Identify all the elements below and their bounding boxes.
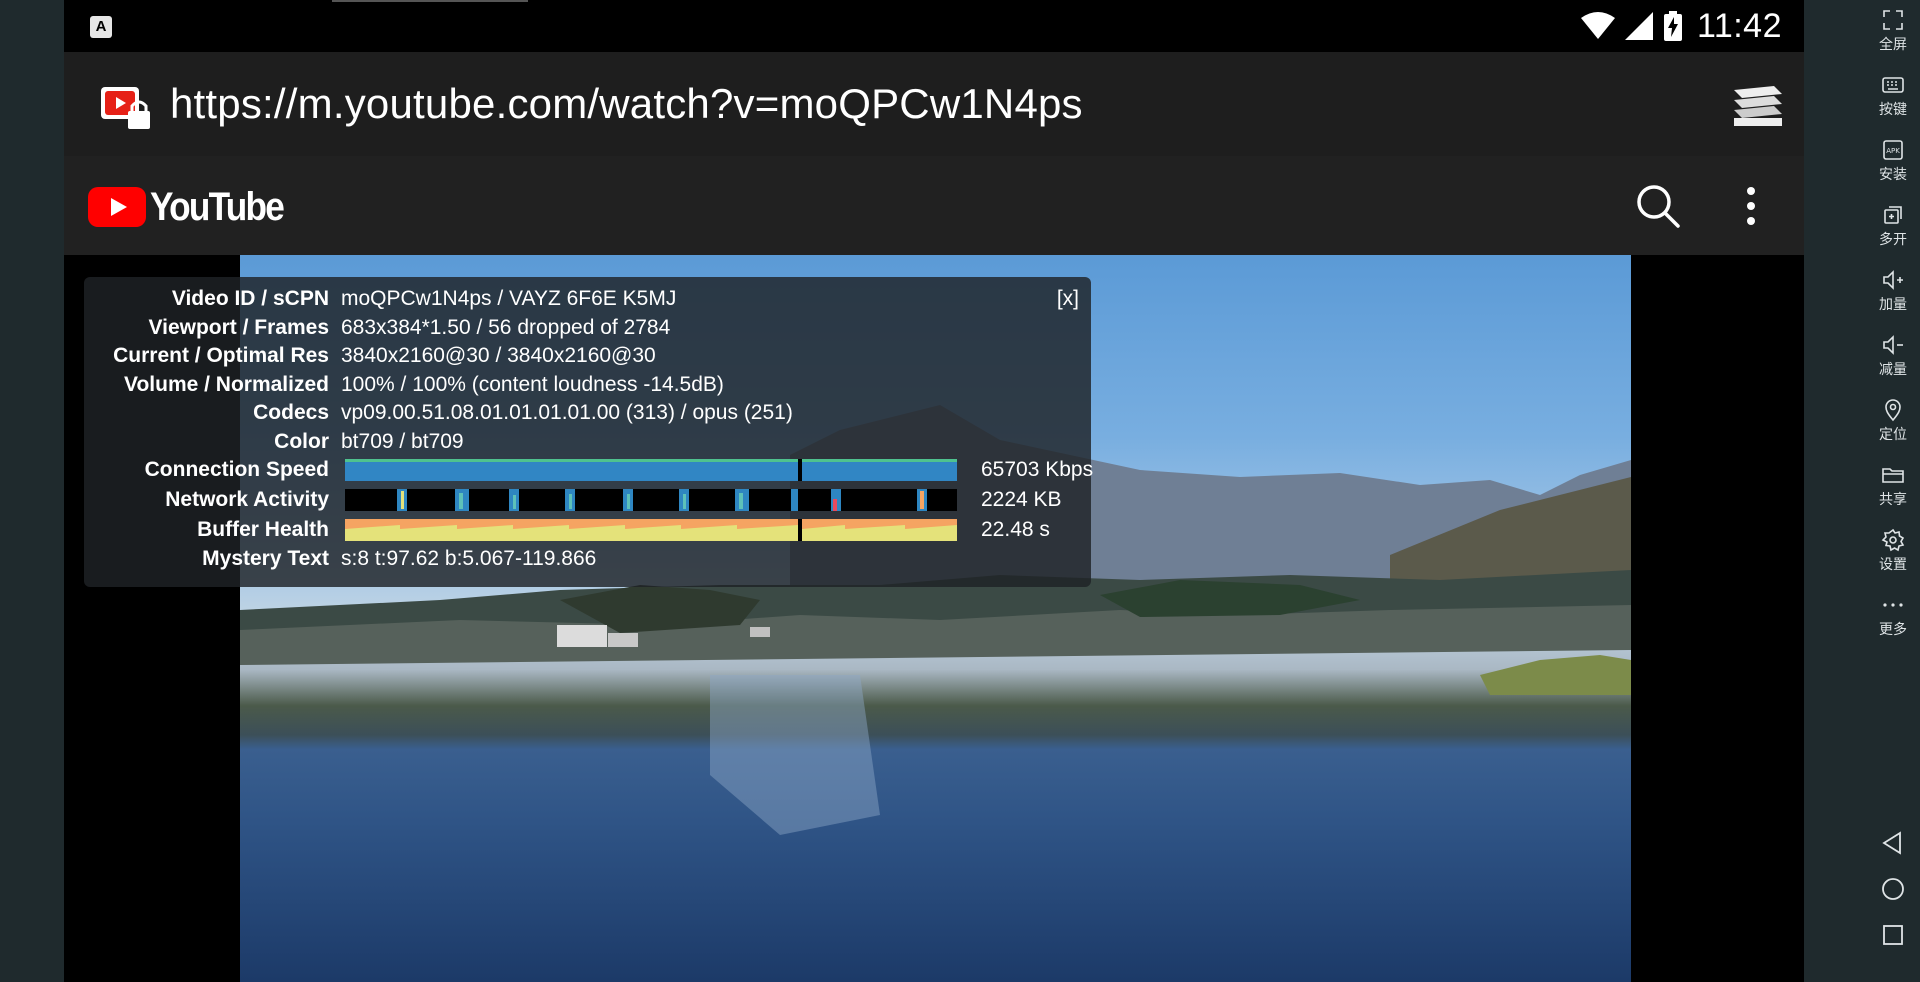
stats-row-connection-speed: Connection Speed 65703 Kbps [84, 456, 1093, 484]
volume-down-button[interactable]: 减量 [1866, 327, 1920, 383]
more-button[interactable]: 更多 [1866, 587, 1920, 643]
side-item-label: 安装 [1879, 167, 1907, 183]
keyboard-mapping-button[interactable]: 按键 [1866, 67, 1920, 123]
stats-label: Connection Speed [144, 458, 329, 481]
stats-label: Volume / Normalized [124, 372, 329, 396]
side-item-label: 多开 [1879, 232, 1907, 248]
location-icon [1885, 399, 1901, 422]
emulator-window: A 11:42 https://m.youtube.com/watch?v=mo… [0, 0, 1920, 982]
cell-signal-icon [1624, 12, 1653, 40]
stats-value: bt709 / bt709 [341, 429, 464, 453]
url-field[interactable]: https://m.youtube.com/watch?v=moQPCw1N4p… [170, 80, 1083, 128]
stats-value: 100% / 100% (content loudness -14.5dB) [341, 372, 724, 396]
battery-charging-icon [1663, 11, 1682, 41]
browser-address-bar[interactable]: https://m.youtube.com/watch?v=moQPCw1N4p… [64, 52, 1804, 156]
side-item-label: 定位 [1879, 427, 1907, 443]
buffer-health-graph [345, 519, 957, 541]
emulator-side-toolbar: 全屏 按键 APK 安装 多开 加量 减量 定位 共享 设置 更多 [1866, 0, 1920, 982]
multi-instance-icon [1884, 206, 1902, 224]
side-item-label: 按键 [1879, 102, 1907, 118]
side-item-label: 加量 [1879, 297, 1907, 313]
side-item-label: 更多 [1879, 622, 1907, 638]
side-item-label: 减量 [1879, 362, 1907, 378]
side-item-label: 全屏 [1879, 37, 1907, 53]
fullscreen-button[interactable]: 全屏 [1866, 2, 1920, 58]
side-item-label: 共享 [1879, 492, 1907, 508]
home-icon[interactable] [1880, 876, 1906, 902]
folder-icon [1882, 468, 1904, 483]
status-bar: A 11:42 [64, 0, 1804, 52]
stats-row-mystery-text: Mystery Text s:8 t:97.62 b:5.067-119.866 [84, 545, 1084, 573]
location-button[interactable]: 定位 [1866, 392, 1920, 448]
video-player[interactable]: [x] Video ID / sCPN moQPCw1N4ps / VAYZ 6… [64, 255, 1804, 982]
stats-row-network-activity: Network Activity 2224 KB [84, 486, 1084, 514]
network-activity-value: 2224 KB [981, 488, 1062, 511]
stats-value: vp09.00.51.08.01.01.01.01.00 (313) / opu… [341, 401, 793, 424]
stats-value: 683x384*1.50 / 56 dropped of 2784 [341, 315, 671, 339]
stats-value: 3840x2160@30 / 3840x2160@30 [341, 344, 656, 367]
settings-button[interactable]: 设置 [1866, 522, 1920, 578]
site-lock-icon[interactable] [100, 85, 154, 131]
volume-down-icon [1883, 335, 1903, 355]
stats-row-resolution: Current / Optimal Res 3840x2160@30 / 384… [84, 342, 1084, 370]
volume-up-button[interactable]: 加量 [1866, 262, 1920, 318]
stats-row-color: Color bt709 / bt709 [84, 428, 1084, 456]
stats-value: moQPCw1N4ps / VAYZ 6F6E K5MJ [341, 287, 677, 310]
clock: 11:42 [1696, 6, 1782, 45]
buffer-health-value: 22.48 s [981, 518, 1050, 541]
stats-label: Codecs [253, 401, 329, 424]
more-icon [1883, 603, 1903, 607]
notification-a-icon: A [90, 16, 112, 38]
stats-row-volume: Volume / Normalized 100% / 100% (content… [84, 371, 1084, 399]
stats-label: Video ID / sCPN [171, 287, 329, 310]
youtube-logo-text: YouTube [150, 184, 285, 229]
stats-value: s:8 t:97.62 b:5.067-119.866 [341, 547, 597, 570]
more-vertical-icon[interactable] [1744, 186, 1758, 226]
phone-screen: A 11:42 https://m.youtube.com/watch?v=mo… [64, 0, 1804, 982]
status-icons: 11:42 [1580, 0, 1782, 52]
stats-for-nerds-overlay: [x] Video ID / sCPN moQPCw1N4ps / VAYZ 6… [84, 277, 1093, 587]
recents-icon[interactable] [1880, 922, 1906, 948]
gear-icon [1881, 528, 1905, 552]
fullscreen-icon [1883, 10, 1903, 30]
stats-row-video-id: Video ID / sCPN moQPCw1N4ps / VAYZ 6F6E … [84, 285, 1084, 313]
keyboard-icon [1882, 77, 1904, 93]
stats-label: Mystery Text [202, 547, 329, 570]
tabs-switcher-icon[interactable] [1734, 86, 1782, 126]
install-apk-button[interactable]: APK 安装 [1866, 132, 1920, 188]
wifi-icon [1580, 12, 1615, 39]
youtube-header: YouTube [64, 156, 1804, 255]
stats-label: Color [274, 429, 329, 453]
stats-row-viewport: Viewport / Frames 683x384*1.50 / 56 drop… [84, 314, 1084, 342]
apk-install-icon: APK [1883, 140, 1903, 160]
stats-row-buffer-health: Buffer Health 22.48 s [84, 516, 1084, 544]
svg-text:APK: APK [1886, 147, 1900, 155]
network-activity-graph [345, 489, 957, 511]
stats-row-codecs: Codecs vp09.00.51.08.01.01.01.01.00 (313… [84, 399, 1084, 427]
multi-instance-button[interactable]: 多开 [1866, 197, 1920, 253]
stats-label: Viewport / Frames [148, 315, 329, 339]
stats-label: Network Activity [165, 488, 329, 511]
connection-speed-value: 65703 Kbps [981, 458, 1094, 481]
volume-up-icon [1883, 270, 1903, 290]
back-icon[interactable] [1880, 830, 1906, 856]
stats-label: Buffer Health [197, 518, 329, 541]
youtube-play-logo-icon [88, 187, 146, 227]
shared-folder-button[interactable]: 共享 [1866, 457, 1920, 513]
youtube-logo[interactable]: YouTube [88, 184, 301, 229]
search-icon[interactable] [1634, 182, 1682, 230]
stats-label: Current / Optimal Res [113, 344, 329, 367]
page-load-indicator [332, 0, 528, 2]
side-item-label: 设置 [1879, 557, 1907, 573]
connection-speed-graph [345, 459, 957, 481]
